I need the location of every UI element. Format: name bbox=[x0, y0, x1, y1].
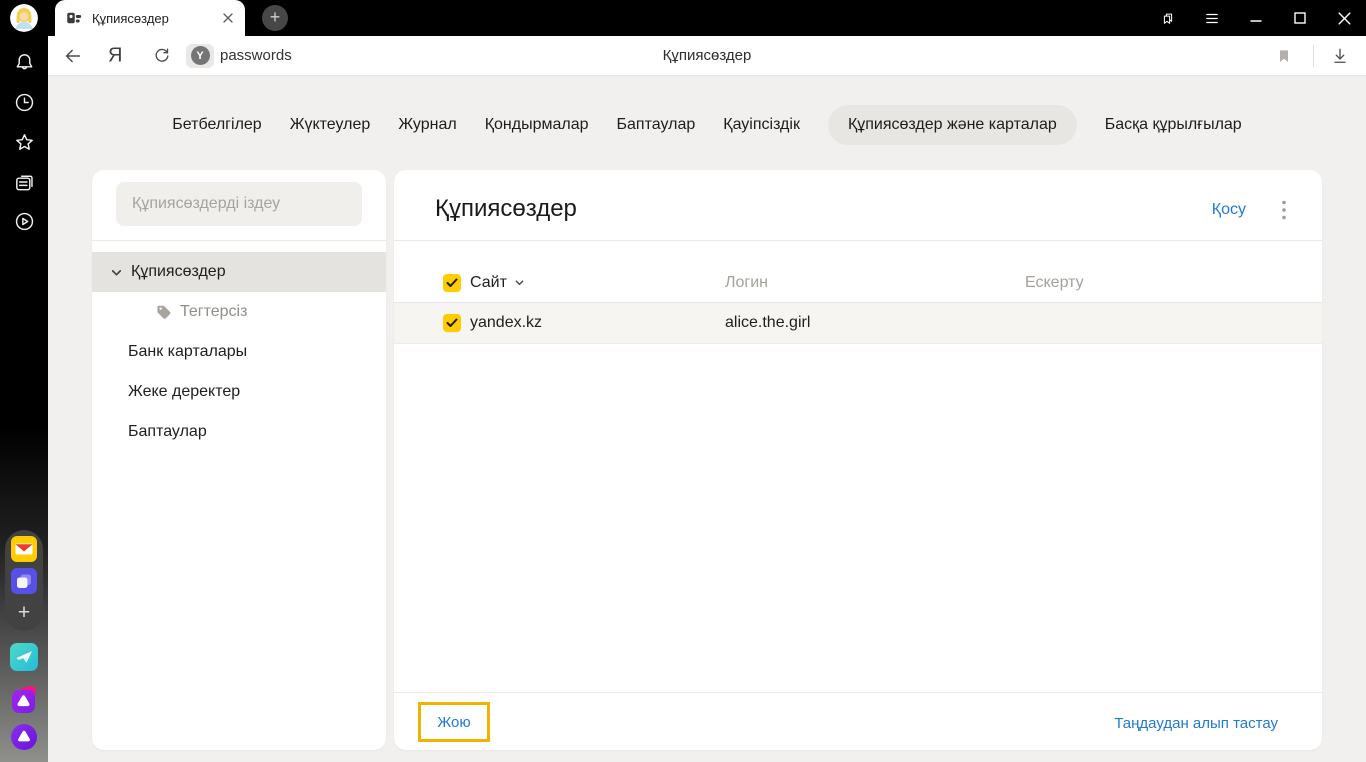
tab-close-icon[interactable] bbox=[221, 11, 235, 25]
tab-title: Құпиясөздер bbox=[92, 10, 169, 26]
menu-button[interactable] bbox=[1204, 10, 1220, 26]
alice-circle-icon bbox=[11, 724, 37, 750]
download-icon bbox=[1334, 48, 1346, 63]
column-header-login[interactable]: Логин bbox=[725, 274, 768, 292]
tab-bar: Құпиясөздер + bbox=[48, 0, 1366, 36]
pinned-apps-group: + bbox=[5, 530, 43, 631]
nav-downloads[interactable]: Жүктеулер bbox=[290, 116, 371, 134]
passwords-sidebar: Құпиясөздер Тегтерсіз Банк карталары Жек… bbox=[92, 170, 386, 750]
maximize-button[interactable] bbox=[1292, 10, 1308, 26]
sidebar-item-passwords[interactable]: Құпиясөздер bbox=[92, 252, 386, 292]
browser-tab[interactable]: Құпиясөздер bbox=[55, 0, 245, 36]
sidebar-item-label: Баптаулар bbox=[128, 423, 207, 440]
deselect-all-button[interactable]: Таңдаудан алып тастау bbox=[1114, 715, 1278, 732]
passwords-main-panel: Құпиясөздер Қосу Сайт Логин Ескерту yand… bbox=[394, 170, 1322, 750]
bell-icon bbox=[16, 53, 32, 69]
notes-icon bbox=[15, 175, 33, 190]
downloads-button[interactable] bbox=[1330, 46, 1350, 66]
sidebar-item-settings[interactable]: Баптаулар bbox=[92, 412, 386, 452]
divider bbox=[394, 240, 1322, 241]
search-input[interactable] bbox=[116, 182, 362, 226]
video-button[interactable] bbox=[10, 207, 38, 235]
bookmark-page-button[interactable] bbox=[1276, 47, 1292, 65]
side-panels-button[interactable] bbox=[1160, 10, 1176, 26]
notifications-button[interactable] bbox=[10, 48, 38, 76]
bookmarks-button[interactable] bbox=[10, 128, 38, 156]
sidebar-item-label: Банк карталары bbox=[128, 343, 248, 360]
history-button[interactable] bbox=[10, 88, 38, 116]
avatar-girl-icon bbox=[10, 4, 38, 32]
clock-icon bbox=[15, 93, 33, 111]
collections-button[interactable] bbox=[10, 168, 38, 196]
delete-button[interactable]: Жою bbox=[437, 714, 470, 731]
password-table-row[interactable]: yandex.kz alice.the.girl bbox=[394, 303, 1322, 344]
browser-window: + Құпиясөздер + Я Y passwords Құпиясөзде… bbox=[0, 0, 1366, 762]
left-rail: + bbox=[0, 0, 48, 762]
chevron-down-icon bbox=[110, 266, 123, 279]
row-login: alice.the.girl bbox=[725, 314, 811, 331]
yandex-mail-app[interactable] bbox=[11, 535, 37, 562]
sort-chevron-icon bbox=[515, 280, 524, 286]
alice-assistant-button[interactable] bbox=[10, 723, 38, 751]
protect-badge[interactable]: Y bbox=[186, 43, 214, 68]
alice-square-icon bbox=[12, 686, 37, 713]
column-header-note[interactable]: Ескерту bbox=[1025, 274, 1084, 292]
layered-windows-icon bbox=[11, 567, 37, 594]
nav-settings[interactable]: Баптаулар bbox=[617, 116, 696, 134]
refresh-icon bbox=[155, 47, 169, 62]
yandex-windows-app[interactable] bbox=[11, 567, 37, 594]
new-tab-button[interactable]: + bbox=[262, 5, 288, 31]
sidebar-item-label: Құпиясөздер bbox=[131, 263, 226, 280]
sidebar-item-untagged[interactable]: Тегтерсіз bbox=[92, 292, 386, 332]
sidebar-item-label: Тегтерсіз bbox=[180, 303, 248, 320]
close-button[interactable] bbox=[1336, 10, 1352, 26]
row-checkbox[interactable] bbox=[443, 314, 461, 332]
delete-button-highlight: Жою bbox=[418, 702, 490, 742]
nav-history[interactable]: Журнал bbox=[398, 116, 456, 134]
table-header-row: Сайт Логин Ескерту bbox=[394, 263, 1322, 303]
more-options-button[interactable] bbox=[1282, 200, 1286, 220]
yandex-messenger-app[interactable] bbox=[10, 643, 38, 671]
divider bbox=[92, 240, 386, 241]
row-site: yandex.kz bbox=[470, 314, 543, 331]
back-arrow-icon bbox=[65, 49, 81, 62]
refresh-button[interactable] bbox=[152, 46, 172, 66]
nav-passwords-and-cards[interactable]: Құпиясөздер және карталар bbox=[827, 105, 1077, 145]
tag-icon bbox=[156, 304, 172, 320]
sidebar-item-bank-cards[interactable]: Банк карталары bbox=[92, 332, 386, 372]
divider bbox=[1313, 45, 1314, 67]
minimize-button[interactable] bbox=[1248, 10, 1264, 26]
protect-icon: Y bbox=[190, 46, 210, 65]
window-controls bbox=[1160, 0, 1352, 36]
nav-security[interactable]: Қауіпсіздік bbox=[723, 116, 800, 134]
check-icon bbox=[446, 278, 458, 287]
kebab-menu-icon bbox=[1282, 200, 1286, 220]
nav-bookmarks[interactable]: Бетбелгілер bbox=[172, 116, 261, 134]
check-icon bbox=[446, 318, 458, 327]
address-bar: Я Y passwords Құпиясөздер bbox=[48, 36, 1366, 76]
page-title: Құпиясөздер bbox=[435, 195, 577, 222]
star-icon bbox=[15, 133, 33, 150]
mail-icon bbox=[11, 535, 37, 562]
column-label: Сайт bbox=[470, 273, 507, 291]
user-avatar[interactable] bbox=[10, 4, 38, 32]
divider bbox=[394, 692, 1322, 693]
add-password-button[interactable]: Қосу bbox=[1212, 201, 1246, 219]
url-text[interactable]: passwords bbox=[220, 36, 292, 76]
alice-app[interactable] bbox=[10, 686, 38, 714]
select-all-checkbox[interactable] bbox=[443, 273, 461, 292]
play-circle-icon bbox=[15, 212, 33, 230]
nav-extensions[interactable]: Қондырмалар bbox=[485, 116, 589, 134]
bookmark-flag-icon bbox=[1280, 49, 1288, 62]
column-header-site[interactable]: Сайт bbox=[470, 274, 525, 292]
add-app-button[interactable]: + bbox=[11, 600, 37, 626]
settings-nav: Бетбелгілер Жүктеулер Журнал Қондырмалар… bbox=[48, 101, 1366, 149]
sidebar-item-label: Жеке деректер bbox=[128, 383, 241, 400]
nav-other-devices[interactable]: Басқа құрылғылар bbox=[1105, 116, 1242, 134]
sidebar-item-personal-data[interactable]: Жеке деректер bbox=[92, 372, 386, 412]
yandex-logo[interactable]: Я bbox=[108, 44, 122, 67]
back-button[interactable] bbox=[62, 45, 84, 67]
messenger-icon bbox=[10, 643, 38, 671]
password-key-icon bbox=[67, 12, 82, 24]
